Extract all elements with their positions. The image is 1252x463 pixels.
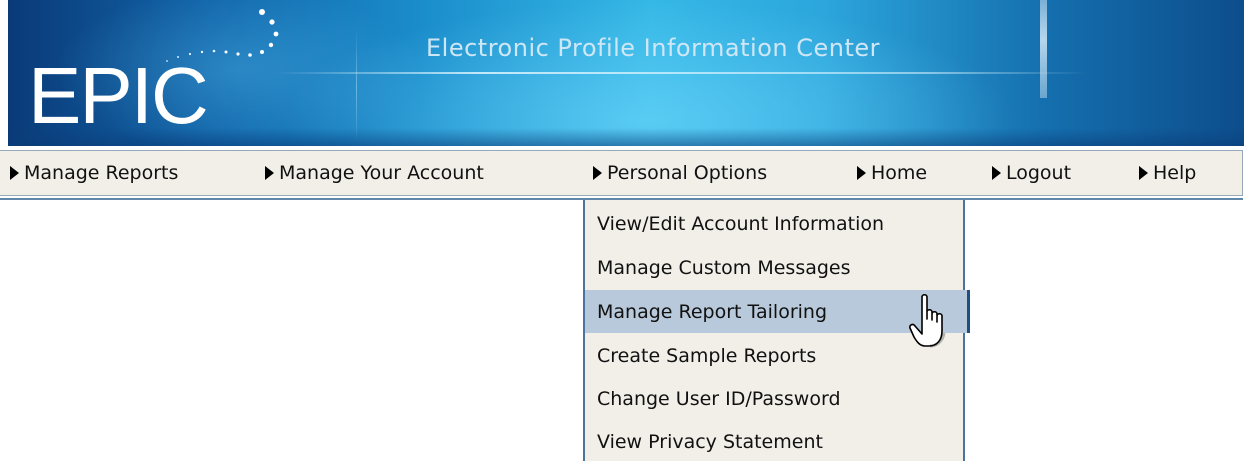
menu-item-manage-custom-messages[interactable]: Manage Custom Messages [585,246,963,289]
main-nav-bar: Manage Reports Manage Your Account Perso… [0,150,1243,196]
banner-horizontal-line [276,72,1088,74]
menu-item-view-privacy-statement[interactable]: View Privacy Statement [585,420,963,463]
menu-item-view-edit-account[interactable]: View/Edit Account Information [585,202,963,245]
triangle-right-icon [265,166,274,180]
triangle-right-icon [857,166,866,180]
menu-item-label: View/Edit Account Information [597,212,885,235]
epic-logo: EPIC [28,51,209,140]
nav-item-label: Manage Your Account [279,162,484,184]
nav-item-label: Logout [1006,162,1072,184]
menu-item-label: Manage Report Tailoring [597,300,828,323]
menu-item-label: Change User ID/Password [597,387,841,410]
nav-help[interactable]: Help [1139,151,1196,195]
nav-logout[interactable]: Logout [992,151,1071,195]
banner-vertical-bar [1040,0,1047,98]
triangle-right-icon [10,166,19,180]
triangle-right-icon [992,166,1001,180]
nav-item-label: Help [1153,162,1197,184]
menu-item-label: Create Sample Reports [597,344,817,367]
nav-personal-options[interactable]: Personal Options [593,151,767,195]
hand-pointer-icon [909,293,946,348]
header-banner: EPIC Electronic Profile Information Cent… [8,0,1244,146]
nav-item-label: Manage Reports [24,162,179,184]
triangle-right-icon [1139,166,1148,180]
menu-item-change-user-id-password[interactable]: Change User ID/Password [585,377,963,420]
menu-item-label: Manage Custom Messages [597,256,851,279]
triangle-right-icon [593,166,602,180]
nav-home[interactable]: Home [857,151,927,195]
menu-item-label: View Privacy Statement [597,430,823,453]
nav-item-label: Personal Options [607,162,768,184]
nav-manage-reports[interactable]: Manage Reports [10,151,178,195]
nav-manage-your-account[interactable]: Manage Your Account [265,151,484,195]
nav-item-label: Home [871,162,928,184]
site-tagline: Electronic Profile Information Center [426,34,881,62]
